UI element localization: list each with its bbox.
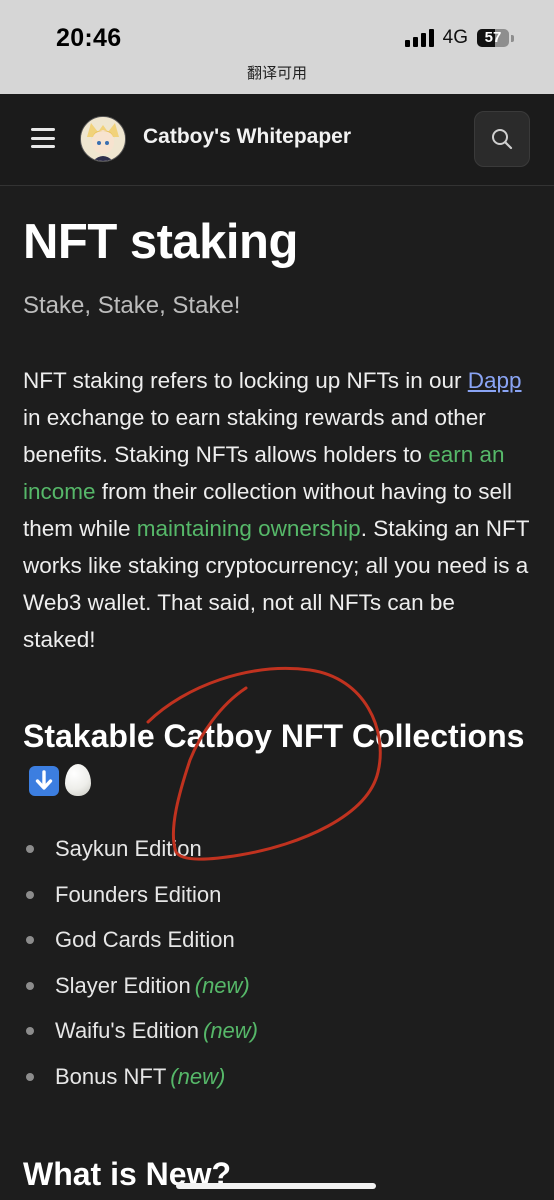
page-title: NFT staking: [23, 215, 298, 269]
bullet-icon: [26, 981, 34, 990]
catboy-avatar-image: [81, 117, 125, 161]
collection-item: Founders Edition: [23, 872, 533, 918]
translate-available-banner[interactable]: 翻译可用: [0, 62, 554, 83]
network-type: 4G: [442, 27, 468, 48]
search-icon: [492, 129, 513, 150]
collections-heading-text: Stakable Catboy NFT Collections: [23, 718, 525, 754]
down-arrow-emoji-icon: [29, 766, 59, 796]
new-tag: (new): [203, 1018, 259, 1044]
main-content: NFT staking Stake, Stake, Stake! NFT sta…: [23, 186, 533, 1197]
status-time: 20:46: [56, 24, 122, 52]
collection-item: Saykun Edition: [23, 826, 533, 872]
page-subtitle: Stake, Stake, Stake!: [23, 292, 241, 319]
site-title[interactable]: Catboy's Whitepaper: [143, 125, 351, 149]
battery-level: 57: [484, 29, 502, 46]
collection-name: Founders Edition: [55, 881, 222, 907]
collection-item: Bonus NFT (new): [23, 1054, 533, 1100]
status-bar: 20:46 4G 57 翻译可用: [0, 0, 554, 94]
intro-paragraph: NFT staking refers to locking up NFTs in…: [23, 362, 533, 658]
collection-item: Waifu's Edition (new): [23, 1008, 533, 1054]
collection-name: Slayer Edition: [55, 972, 191, 998]
bullet-icon: [26, 936, 34, 945]
collections-list: Saykun Edition Founders Edition God Cards …: [23, 826, 533, 1100]
collection-item: God Cards Edition: [23, 917, 533, 963]
status-indicators: 4G 57: [404, 27, 514, 49]
bullet-icon: [26, 1027, 34, 1036]
catboy-avatar[interactable]: [80, 116, 126, 162]
bullet-icon: [26, 1072, 34, 1081]
app-header: Catboy's Whitepaper: [0, 94, 554, 186]
collection-name: Bonus NFT: [55, 1063, 167, 1089]
collection-item: Slayer Edition (new): [23, 963, 533, 1009]
maintaining-ownership-highlight: maintaining ownership: [136, 516, 361, 541]
collections-heading: Stakable Catboy NFT Collections: [23, 714, 533, 804]
battery-icon: 57: [477, 29, 509, 47]
cellular-signal-icon: [404, 29, 434, 47]
collection-name: God Cards Edition: [55, 927, 235, 953]
intro-text-1: NFT staking refers to locking up NFTs in…: [23, 368, 468, 393]
battery-nub: [511, 34, 514, 42]
collection-name: Waifu's Edition: [55, 1018, 199, 1044]
dapp-link[interactable]: Dapp: [468, 368, 522, 393]
intro-text-2: in exchange to earn staking rewards and …: [23, 405, 486, 467]
home-indicator[interactable]: [176, 1183, 376, 1189]
whats-new-heading: What is New?: [23, 1155, 232, 1192]
search-button[interactable]: [474, 111, 530, 167]
new-tag: (new): [194, 972, 250, 998]
bullet-icon: [26, 890, 34, 899]
new-tag: (new): [170, 1063, 226, 1089]
egg-emoji-icon: [65, 764, 91, 796]
collection-name: Saykun Edition: [55, 836, 202, 861]
bullet-icon: [26, 845, 34, 853]
hamburger-menu-icon[interactable]: [31, 128, 55, 148]
